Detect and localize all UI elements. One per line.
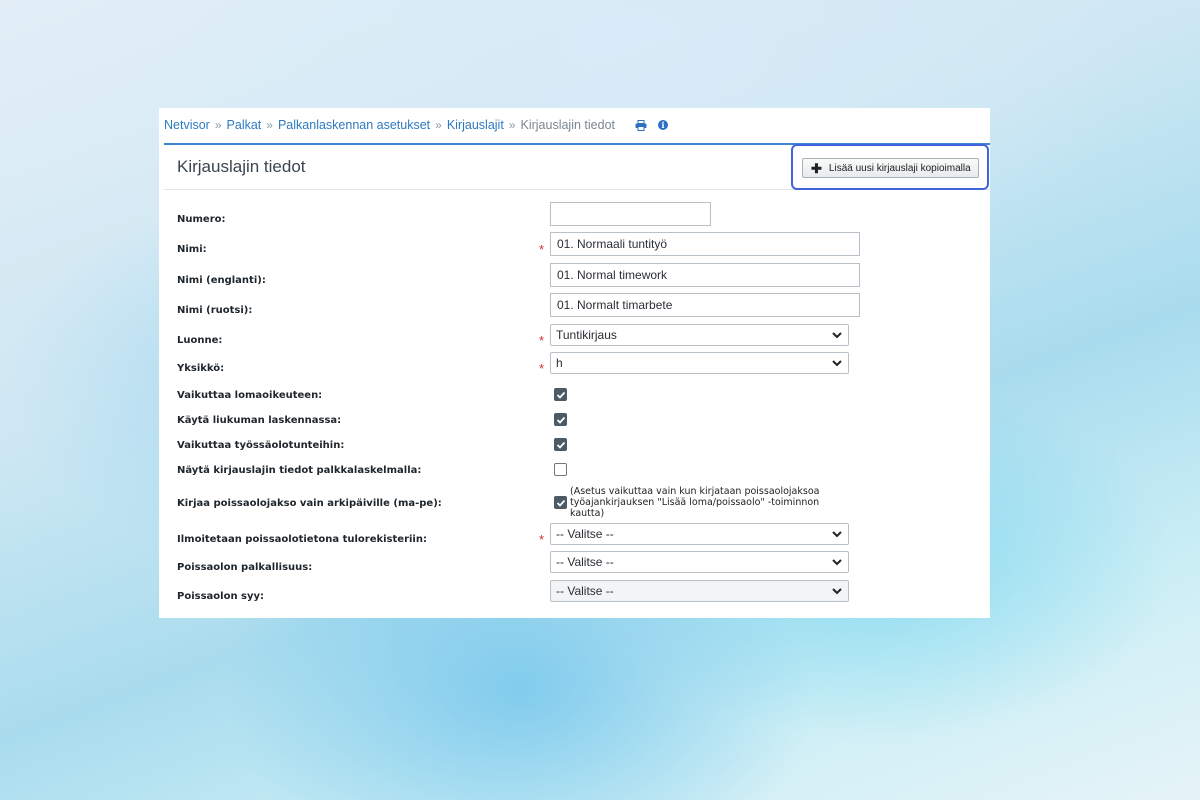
syy-label: Poissaolon syy: <box>177 591 265 602</box>
liukuma-label: Käytä liukuman laskennassa: <box>177 415 342 426</box>
breadcrumb-separator: » <box>214 118 222 132</box>
lomaoikeus-checkbox[interactable] <box>554 388 567 401</box>
checkmark-icon <box>556 441 565 449</box>
numero-input[interactable] <box>550 202 711 226</box>
panel-header: Kirjauslajin tiedot ✚ Lisää uusi kirjaus… <box>164 143 990 190</box>
poissaolojakso-label: Kirjaa poissaolojakso vain arkipäiville … <box>177 498 442 509</box>
yksikko-select-value: h <box>556 356 563 370</box>
breadcrumb-current: Kirjauslajin tiedot <box>520 118 616 132</box>
checkmark-icon <box>556 391 565 399</box>
add-copy-button[interactable]: ✚ Lisää uusi kirjauslaji kopioimalla <box>802 158 979 178</box>
poissaolojakso-note: (Asetus vaikuttaa vain kun kirjataan poi… <box>570 486 820 519</box>
yksikko-label: Yksikkö: <box>177 363 225 374</box>
syy-select-value: -- Valitse -- <box>556 584 614 598</box>
poissaolojakso-checkbox[interactable] <box>554 496 567 509</box>
nimi-input[interactable] <box>550 232 860 256</box>
nimi-ruotsi-input[interactable] <box>550 293 860 317</box>
plus-icon: ✚ <box>811 160 822 176</box>
nimi-label: Nimi: <box>177 244 207 255</box>
page-title: Kirjauslajin tiedot <box>177 157 306 176</box>
info-icon[interactable]: i <box>658 120 668 130</box>
tulorekisteri-select-value: -- Valitse -- <box>556 527 614 541</box>
required-marker: * <box>539 361 545 376</box>
palkallisuus-label: Poissaolon palkallisuus: <box>177 562 313 573</box>
breadcrumb-link-kirjauslajit[interactable]: Kirjauslajit <box>447 118 504 132</box>
breadcrumb-link-palkat[interactable]: Palkat <box>227 118 262 132</box>
chevron-down-icon <box>832 360 842 367</box>
add-copy-button-label: Lisää uusi kirjauslaji kopioimalla <box>828 162 971 174</box>
yksikko-select[interactable]: h <box>550 352 849 374</box>
nayta-checkbox[interactable] <box>554 463 567 476</box>
tyossaolo-checkbox[interactable] <box>554 438 567 451</box>
breadcrumb-separator: » <box>435 118 442 132</box>
required-marker: * <box>539 242 545 257</box>
required-marker: * <box>539 532 545 547</box>
syy-select[interactable]: -- Valitse -- <box>550 580 849 602</box>
breadcrumb-separator: » <box>508 118 516 132</box>
tulorekisteri-label: Ilmoitetaan poissaolotietona tulorekiste… <box>177 534 427 545</box>
nayta-label: Näytä kirjauslajin tiedot palkkalaskelma… <box>177 465 422 476</box>
luonne-select-value: Tuntikirjaus <box>556 328 617 342</box>
app-window: Netvisor » Palkat » Palkanlaskennan aset… <box>159 108 990 618</box>
liukuma-checkbox[interactable] <box>554 413 567 426</box>
luonne-select[interactable]: Tuntikirjaus <box>550 324 849 346</box>
print-icon[interactable] <box>635 119 647 131</box>
breadcrumb-separator: » <box>266 118 273 132</box>
nimi-ruotsi-label: Nimi (ruotsi): <box>177 305 253 316</box>
breadcrumb-link-palkanlaskennan-asetukset[interactable]: Palkanlaskennan asetukset <box>278 118 430 132</box>
checkmark-icon <box>556 499 565 507</box>
tulorekisteri-select[interactable]: -- Valitse -- <box>550 523 849 545</box>
breadcrumb: Netvisor » Palkat » Palkanlaskennan aset… <box>164 117 668 133</box>
lomaoikeus-label: Vaikuttaa lomaoikeuteen: <box>177 390 323 401</box>
palkallisuus-select-value: -- Valitse -- <box>556 555 614 569</box>
chevron-down-icon <box>832 332 842 339</box>
checkmark-icon <box>556 416 565 424</box>
chevron-down-icon <box>832 559 842 566</box>
required-marker: * <box>539 333 545 348</box>
breadcrumb-link-netvisor[interactable]: Netvisor <box>164 118 210 132</box>
tyossaolo-label: Vaikuttaa työssäolotunteihin: <box>177 440 345 451</box>
chevron-down-icon <box>832 531 842 538</box>
numero-label: Numero: <box>177 214 226 225</box>
chevron-down-icon <box>832 588 842 595</box>
palkallisuus-select[interactable]: -- Valitse -- <box>550 551 849 573</box>
nimi-englanti-input[interactable] <box>550 263 860 287</box>
nimi-englanti-label: Nimi (englanti): <box>177 275 266 286</box>
luonne-label: Luonne: <box>177 335 223 346</box>
